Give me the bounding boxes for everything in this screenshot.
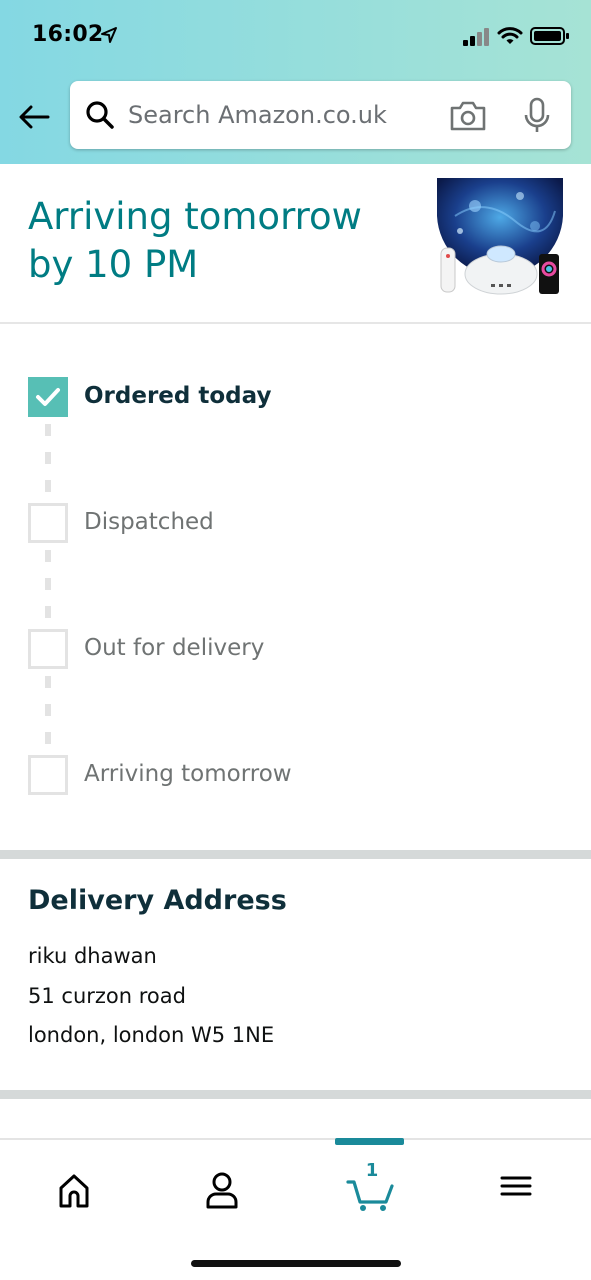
delivery-address-heading: Delivery Address xyxy=(28,885,287,916)
step-checkbox-empty xyxy=(28,755,68,795)
bottom-navigation xyxy=(0,1138,591,1280)
status-bar: 16:02 xyxy=(0,0,591,70)
location-arrow-icon xyxy=(101,27,117,43)
tracker-step-dispatched: Dispatched xyxy=(28,503,568,543)
battery-icon xyxy=(530,27,569,45)
account-icon[interactable] xyxy=(192,1162,252,1212)
step-label: Arriving tomorrow xyxy=(84,761,292,787)
address-name: riku dhawan xyxy=(28,944,157,968)
address-city: london, london W5 1NE xyxy=(28,1023,275,1047)
tracker-connector xyxy=(45,550,51,628)
home-indicator-bar xyxy=(191,1260,401,1267)
step-label: Dispatched xyxy=(84,509,214,535)
cart-count-badge: 1 xyxy=(365,1160,379,1181)
step-label: Out for delivery xyxy=(84,635,265,661)
arrival-line-2: by 10 PM xyxy=(28,243,199,286)
cellular-signal-icon xyxy=(463,28,489,46)
step-label: Ordered today xyxy=(84,383,272,409)
section-divider-thick xyxy=(0,850,591,859)
search-icon xyxy=(86,101,114,129)
address-street: 51 curzon road xyxy=(28,984,186,1008)
microphone-icon[interactable] xyxy=(522,97,552,135)
app-header: 16:02 xyxy=(0,0,591,164)
arrival-line-1: Arriving tomorrow xyxy=(28,195,362,238)
status-time: 16:02 xyxy=(32,22,104,47)
step-checkbox-checked xyxy=(28,377,68,417)
camera-icon[interactable] xyxy=(448,99,488,133)
section-divider-thick xyxy=(0,1090,591,1099)
product-image[interactable] xyxy=(435,176,565,298)
back-arrow-icon[interactable] xyxy=(14,98,54,138)
tracker-step-ordered: Ordered today xyxy=(28,377,568,417)
tracker-step-arriving: Arriving tomorrow xyxy=(28,755,568,795)
wifi-icon xyxy=(497,27,523,44)
tracker-connector xyxy=(45,676,51,754)
tracker-connector xyxy=(45,424,51,502)
active-tab-indicator xyxy=(335,1138,404,1145)
checkmark-icon xyxy=(36,388,60,406)
search-input[interactable] xyxy=(128,95,428,135)
section-divider xyxy=(0,322,591,324)
search-bar[interactable] xyxy=(70,81,571,149)
home-icon[interactable] xyxy=(44,1162,104,1212)
step-checkbox-empty xyxy=(28,503,68,543)
arrival-heading: Arriving tomorrow by 10 PM xyxy=(28,193,408,289)
menu-icon[interactable] xyxy=(486,1162,546,1212)
step-checkbox-empty xyxy=(28,629,68,669)
tracker-step-out-for-delivery: Out for delivery xyxy=(28,629,568,669)
